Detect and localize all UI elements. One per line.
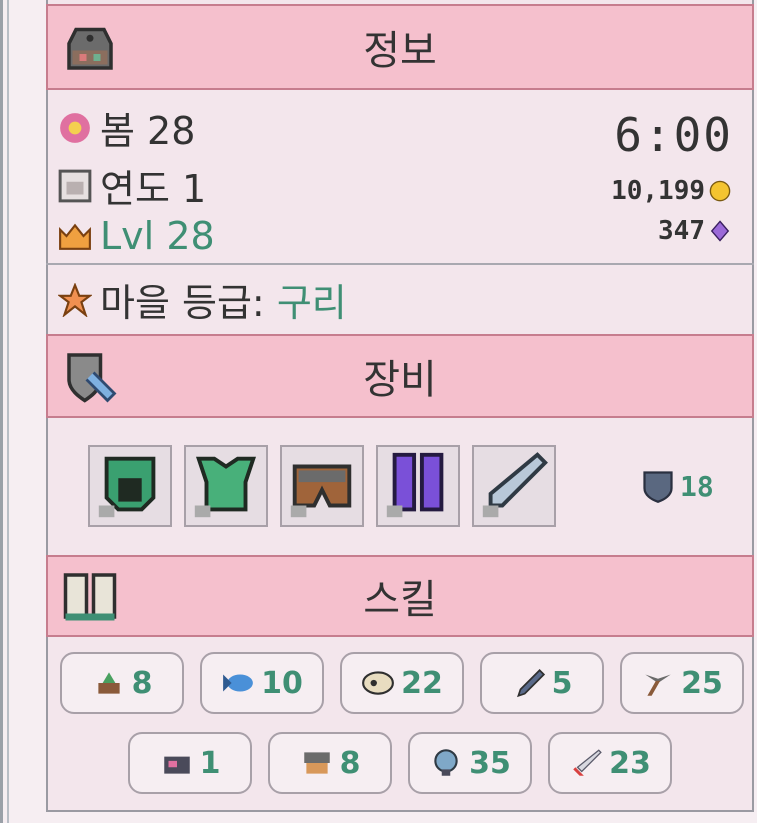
gem-icon (710, 220, 730, 242)
gem-counter: 347 (658, 216, 731, 246)
divider (46, 263, 754, 265)
season-text: 봄 28 (100, 109, 196, 153)
game-clock: 6:00 (614, 108, 733, 162)
cooking-icon (163, 756, 190, 774)
year-row: 연도 1 (58, 158, 206, 213)
skill-archaeology[interactable]: 22 (340, 652, 464, 714)
star-icon (58, 282, 92, 317)
weapon-slot[interactable] (472, 445, 556, 527)
skill-value: 23 (609, 745, 651, 781)
equipment-title: 장비 (363, 357, 437, 403)
info-header: 정보 (46, 4, 754, 90)
level-value: 28 (166, 214, 215, 258)
skills-title: 스킬 (363, 577, 437, 623)
skill-fishing[interactable]: 10 (200, 652, 324, 714)
year-text: 연도 1 (100, 167, 207, 211)
archaeology-icon (362, 671, 395, 695)
gem-amount: 347 (658, 216, 705, 246)
left-border (0, 0, 3, 823)
skill-value: 5 (551, 665, 573, 701)
farming-icon (97, 672, 120, 694)
calendar-icon (58, 169, 92, 202)
boots-slot[interactable] (376, 445, 460, 527)
skill-foraging[interactable]: 5 (480, 652, 604, 714)
season-row: 봄 28 (58, 100, 195, 155)
skill-farming[interactable]: 8 (60, 652, 184, 714)
sword-icon (482, 452, 548, 518)
equipment-header: 장비 (46, 334, 754, 418)
armor-rating: 18 (640, 468, 714, 504)
chestplate-icon (194, 456, 257, 518)
gold-amount: 10,199 (611, 176, 705, 206)
skill-value: 8 (339, 745, 361, 781)
mining-icon (645, 674, 671, 696)
foraging-icon (516, 669, 545, 698)
pants-slot[interactable] (280, 445, 364, 527)
fishing-icon (223, 674, 253, 692)
skill-value: 10 (261, 665, 303, 701)
skill-ranching[interactable]: 8 (268, 732, 392, 794)
diving-icon (434, 749, 458, 776)
left-border-inner (7, 0, 9, 823)
boots-icon (386, 452, 444, 518)
town-rank-label: 마을 등급: (100, 281, 265, 325)
skill-combat[interactable]: 23 (548, 732, 672, 794)
gold-coin-icon (709, 180, 731, 202)
flower-icon (60, 112, 90, 143)
level-prefix: Lvl (100, 214, 155, 258)
town-rank-value: 구리 (276, 281, 347, 325)
skills-header: 스킬 (46, 555, 754, 637)
chest-slot[interactable] (184, 445, 268, 527)
skill-diving[interactable]: 35 (408, 732, 532, 794)
armor-shield-icon (643, 471, 673, 503)
skill-value: 8 (131, 665, 153, 701)
helmet-slot[interactable] (88, 445, 172, 527)
skill-cooking[interactable]: 1 (128, 732, 252, 794)
level-row: Lvl 28 (58, 214, 215, 258)
pants-icon (290, 464, 352, 518)
skill-value: 1 (199, 745, 221, 781)
skill-value: 35 (469, 745, 511, 781)
helmet-icon (98, 456, 156, 518)
combat-icon (573, 749, 602, 776)
crown-icon (59, 223, 91, 250)
town-rank-row: 마을 등급: 구리 (58, 272, 347, 327)
gold-counter: 10,199 (611, 176, 731, 206)
skill-value: 22 (401, 665, 443, 701)
skill-mining[interactable]: 25 (620, 652, 744, 714)
info-title: 정보 (363, 28, 437, 74)
ranching-icon (303, 752, 330, 774)
armor-value: 18 (680, 469, 714, 503)
skill-value: 25 (681, 665, 723, 701)
